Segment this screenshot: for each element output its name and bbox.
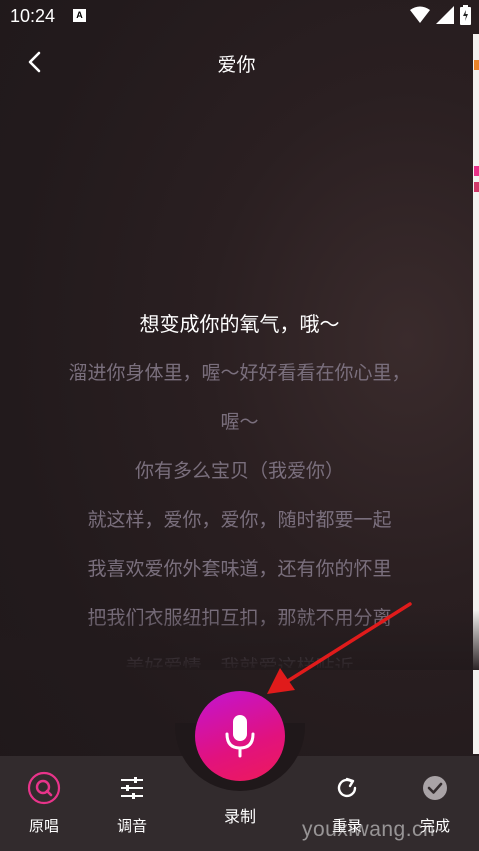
watermark: youxiwang.cn [302, 818, 436, 841]
lyric-line: 你有多么宝贝（我爱你） [134, 460, 344, 482]
record-label: 录制 [223, 807, 256, 826]
notification-badge: A [73, 9, 86, 22]
lyric-line: 我喜欢爱你外套味道，还有你的怀里 [87, 558, 392, 580]
tune-button[interactable]: 调音 [97, 762, 167, 842]
microphone-icon [225, 715, 255, 758]
check-circle-icon [415, 768, 455, 808]
lyric-line: 喔～ [220, 411, 259, 433]
status-bar: 10:24 A [0, 0, 479, 34]
annotation-arrow-icon [267, 602, 412, 694]
top-app-bar: 爱你 [0, 34, 473, 90]
tune-label: 调音 [116, 817, 147, 835]
original-vocal-button[interactable]: 原唱 [9, 762, 79, 842]
original-vocal-label: 原唱 [28, 817, 59, 835]
current-lyric-line: 想变成你的氧气，哦～ [139, 312, 340, 336]
song-title: 爱你 [217, 54, 256, 76]
lyric-line: 溜进你身体里，喔～好好看看在你心里， [68, 362, 411, 384]
equalizer-icon [112, 768, 152, 808]
status-icons [410, 5, 471, 29]
signal-icon [436, 6, 454, 28]
wifi-icon [410, 6, 430, 28]
original-vocal-icon [24, 768, 64, 808]
refresh-icon [327, 768, 367, 808]
lyric-line: 就这样，爱你，爱你，随时都要一起 [87, 509, 392, 531]
battery-icon [460, 5, 471, 29]
status-time: 10:24 [10, 6, 56, 26]
